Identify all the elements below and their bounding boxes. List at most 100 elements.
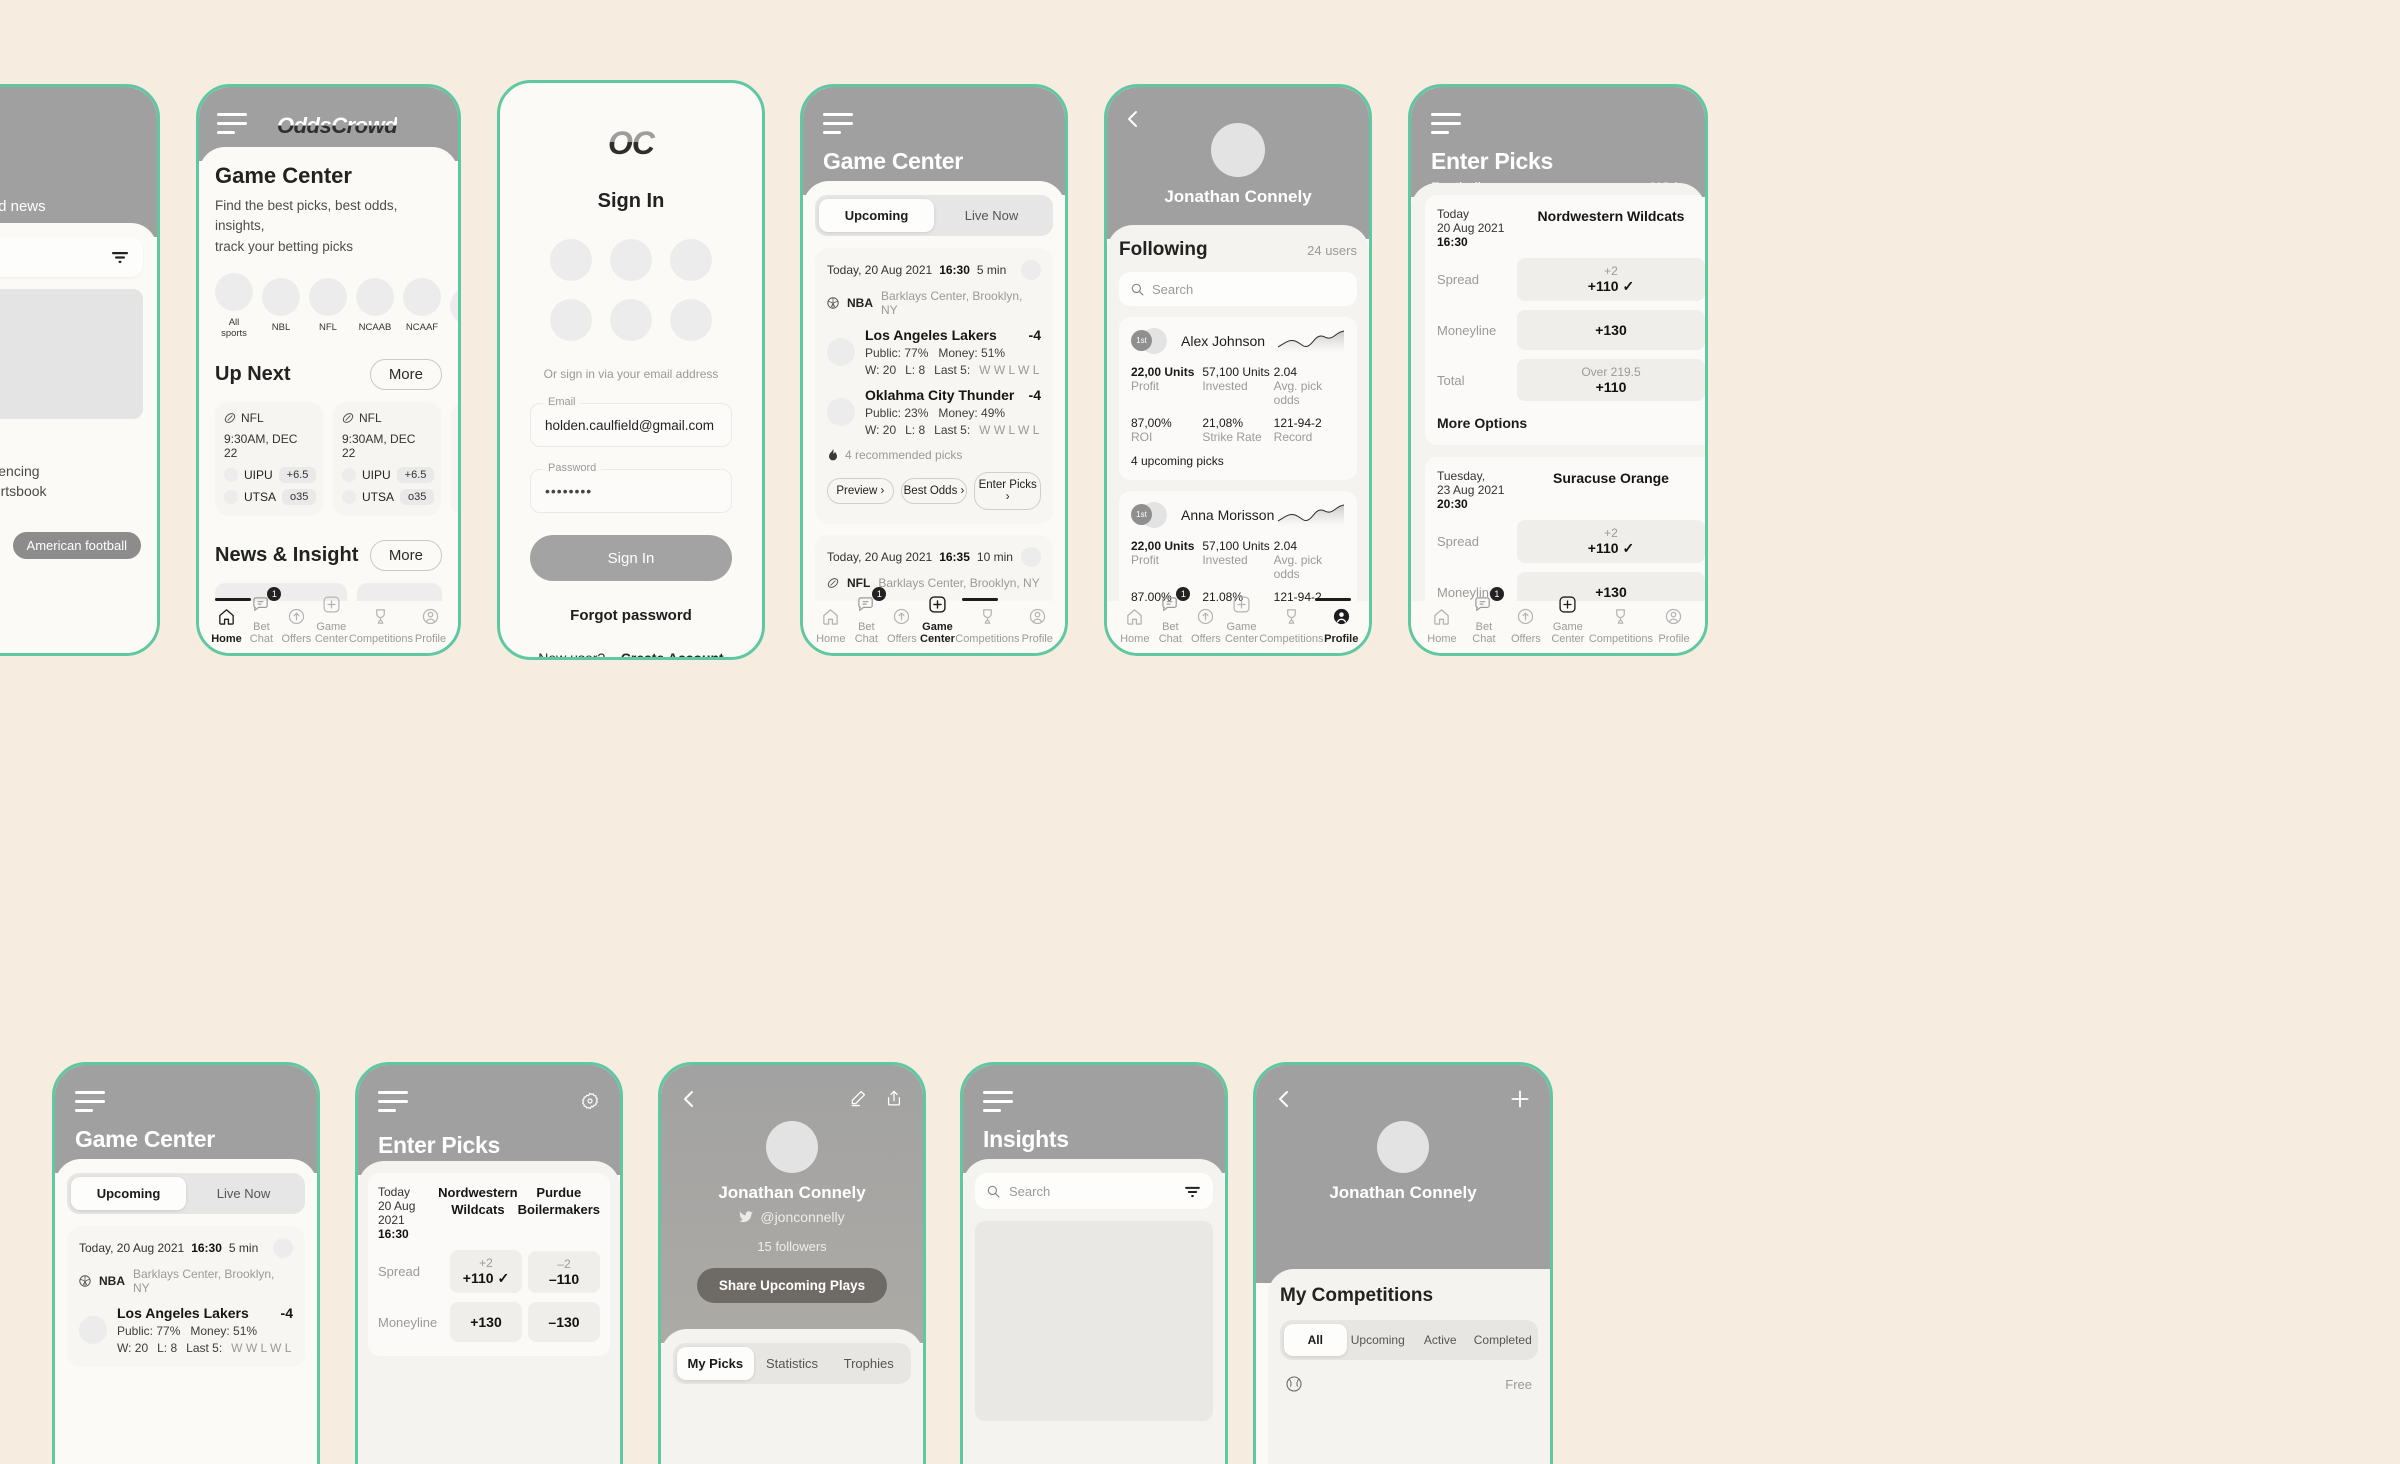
social-login-button[interactable] (550, 299, 592, 341)
nav-item-game-center[interactable]: Game Center (1547, 591, 1589, 645)
nav-item-bet-chat[interactable]: 1 Bet Chat (1153, 587, 1191, 645)
nav-item-profile[interactable]: Profile (413, 603, 448, 645)
bookmark-avatar[interactable] (1021, 547, 1041, 567)
nav-item-bet-chat[interactable]: 1 Bet Chat (849, 587, 887, 645)
chevron-left-icon[interactable] (681, 1089, 697, 1109)
sport-chip[interactable] (450, 286, 458, 325)
pick-card[interactable]: Today 20 Aug 2021 16:30 Nordwestern Wild… (1425, 195, 1705, 445)
tab-live-now[interactable]: Live Now (934, 199, 1049, 232)
nav-item-offers[interactable]: Offers (1188, 603, 1224, 645)
nav-item-game-center[interactable]: Game Center (1224, 591, 1260, 645)
enter-picks-button[interactable]: Enter Picks › (974, 472, 1042, 510)
search-input[interactable]: Search (975, 1173, 1213, 1209)
forgot-password-link[interactable]: Forgot password (530, 607, 732, 624)
odds-button[interactable]: –2 –110 (528, 1250, 600, 1293)
more-options-link[interactable]: More Options (1437, 415, 1705, 431)
nav-item-bet-chat[interactable]: 1 Bet Chat (244, 587, 282, 645)
pencil-icon[interactable] (849, 1089, 867, 1107)
nav-item-bet-chat[interactable]: 1 Bet Chat (1463, 587, 1505, 645)
nav-item-profile[interactable]: Profile (1653, 603, 1695, 645)
tab-live-now[interactable]: Live Now (186, 1177, 301, 1210)
odds-button[interactable]: +2 +110 ✓ (450, 1250, 522, 1293)
social-login-button[interactable] (550, 239, 592, 281)
hamburger-icon[interactable] (378, 1091, 408, 1118)
nav-item-profile[interactable]: Profile (1323, 603, 1359, 645)
nav-item-game-center[interactable]: Game Center (920, 591, 956, 645)
filter-icon[interactable] (111, 250, 129, 264)
bookmark-avatar[interactable] (1021, 260, 1041, 280)
social-login-button[interactable] (670, 239, 712, 281)
game-card[interactable]: Today, 20 Aug 2021 16:30 5 min NBA Barkl… (815, 248, 1053, 524)
nav-item-competitions[interactable]: Competitions (1259, 603, 1323, 645)
article-tag[interactable]: American football (12, 531, 141, 559)
odds-button[interactable]: +130 (1517, 310, 1705, 350)
tab-trophies[interactable]: Trophies (830, 1347, 907, 1380)
odds-pill[interactable]: o35 (282, 488, 317, 505)
user-card[interactable]: 1st Anna Morisson 22,00 Units Profit 57,1… (1119, 491, 1357, 601)
game-card[interactable]: Today, 20 Aug 2021 16:30 5 min NBA Barkl… (67, 1226, 305, 1367)
tab-upcoming[interactable]: Upcoming (819, 199, 934, 232)
best-odds-button[interactable]: Best Odds › (900, 478, 968, 504)
odds-button[interactable]: +2 +110 ✓ (1517, 258, 1705, 301)
search-input[interactable]: Search (1119, 272, 1357, 306)
odds-button[interactable]: Over 219.5 +110 (1517, 359, 1705, 401)
chevron-left-icon[interactable] (1125, 109, 1141, 129)
pick-card[interactable]: Today 20 Aug 2021 16:30 Nordwestern Wild… (368, 1173, 610, 1356)
hamburger-icon[interactable] (983, 1091, 1205, 1112)
share-icon[interactable] (885, 1089, 903, 1107)
sport-chip[interactable]: NFL (309, 278, 347, 333)
odds-button[interactable]: +2 +110 ✓ (1517, 520, 1705, 563)
social-login-button[interactable] (610, 239, 652, 281)
competition-row[interactable]: Free (1280, 1376, 1538, 1392)
tab-active[interactable]: Active (1409, 1324, 1472, 1356)
nav-item-competitions[interactable]: Competitions (955, 603, 1019, 645)
nav-item-home[interactable]: Home (209, 603, 244, 645)
tab-all[interactable]: All (1284, 1324, 1347, 1356)
nav-item-home[interactable]: Home (813, 603, 849, 645)
nav-item-offers[interactable]: Offers (884, 603, 920, 645)
tab-completed[interactable]: Completed (1472, 1324, 1535, 1356)
game-card[interactable]: NFL 9:30AM, DEC 22 UIPU +6.5 UTSA o35 (215, 401, 323, 516)
twitter-handle[interactable]: @jonconnelly (681, 1209, 903, 1225)
hamburger-icon[interactable] (1431, 113, 1685, 134)
tab-upcoming[interactable]: Upcoming (71, 1177, 186, 1210)
nav-item-profile[interactable]: Profile (1019, 603, 1055, 645)
game-card[interactable]: N 9:30 U U (451, 401, 458, 516)
preview-button[interactable]: Preview › (827, 478, 894, 504)
odds-button[interactable]: –130 (528, 1302, 600, 1342)
nav-item-offers[interactable]: Offers (1505, 603, 1547, 645)
bookmark-avatar[interactable] (273, 1238, 293, 1258)
chevron-left-icon[interactable] (1276, 1089, 1292, 1109)
nav-item-competitions[interactable]: Competitions (349, 603, 413, 645)
signin-button[interactable]: Sign In (530, 535, 732, 581)
tab-upcoming[interactable]: Upcoming (1347, 1324, 1410, 1356)
insight-card-placeholder[interactable] (975, 1221, 1213, 1421)
odds-pill[interactable]: +6.5 (278, 466, 317, 483)
plus-icon[interactable] (1510, 1089, 1530, 1109)
hamburger-icon[interactable] (823, 113, 1045, 134)
filter-icon[interactable] (1184, 1185, 1201, 1198)
odds-button[interactable]: +130 (1517, 572, 1705, 601)
nav-item-home[interactable]: Home (1421, 603, 1463, 645)
nav-item-competitions[interactable]: Competitions (1589, 603, 1653, 645)
password-field[interactable]: Password •••••••• (530, 462, 732, 513)
gear-icon[interactable] (580, 1091, 600, 1111)
game-card[interactable]: NFL 9:30AM, DEC 22 UIPU +6.5 UTSA o35 (333, 401, 441, 516)
tab-statistics[interactable]: Statistics (754, 1347, 831, 1380)
nav-item-home[interactable]: Home (1117, 603, 1153, 645)
sport-chip[interactable]: All sports (215, 272, 253, 339)
odds-button[interactable]: +130 (450, 1302, 522, 1342)
email-field[interactable]: Email holden.caulfield@gmail.com (530, 396, 732, 447)
news-card-placeholder[interactable] (357, 582, 442, 601)
share-upcoming-plays-button[interactable]: Share Upcoming Plays (696, 1268, 888, 1303)
nav-item-offers[interactable]: Offers (279, 603, 314, 645)
pick-card[interactable]: Tuesday, 23 Aug 2021 20:30 Suracuse Oran… (1425, 457, 1705, 601)
user-card[interactable]: 1st Alex Johnson 22,00 Units Profit 57,10… (1119, 317, 1357, 480)
odds-pill[interactable]: +6.5 (396, 466, 435, 483)
tab-my-picks[interactable]: My Picks (677, 1347, 754, 1380)
create-account-link[interactable]: Create Account (621, 650, 724, 657)
search-bar[interactable] (0, 237, 143, 277)
news-more-button[interactable]: More (369, 539, 442, 571)
odds-pill[interactable]: o35 (400, 488, 435, 505)
hamburger-icon[interactable] (75, 1091, 297, 1112)
